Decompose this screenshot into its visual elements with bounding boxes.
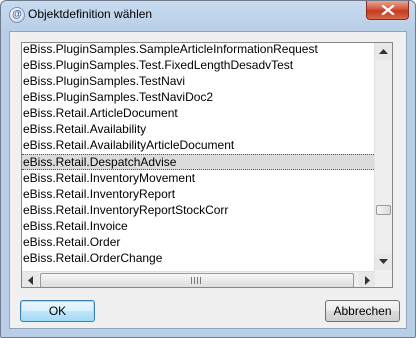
list-item[interactable]: eBiss.Retail.Order	[22, 234, 376, 250]
horizontal-scrollbar[interactable]	[22, 271, 376, 287]
list-item[interactable]: eBiss.Retail.OrderChange	[22, 250, 376, 266]
horizontal-scroll-thumb[interactable]	[40, 273, 354, 287]
list-item[interactable]: eBiss.Retail.InventoryMovement	[22, 170, 376, 186]
vertical-scroll-thumb[interactable]	[376, 205, 391, 215]
dialog-body: eBiss.PluginSamples.SampleArticleInforma…	[9, 31, 407, 329]
list-item[interactable]: eBiss.Retail.InventoryReportStockCorr	[22, 202, 376, 218]
scroll-right-button[interactable]	[359, 272, 376, 287]
scroll-left-button[interactable]	[22, 272, 39, 287]
arrow-right-icon	[365, 276, 370, 285]
list-item[interactable]: eBiss.Retail.Availability	[22, 121, 376, 137]
close-icon	[381, 5, 395, 15]
arrow-down-icon	[379, 259, 388, 264]
cancel-button[interactable]: Abbrechen	[325, 300, 400, 322]
list-item[interactable]: eBiss.PluginSamples.SampleArticleInforma…	[22, 43, 376, 57]
app-icon: @	[9, 7, 25, 23]
close-button[interactable]	[366, 1, 409, 20]
list-item[interactable]: eBiss.Retail.InventoryReport	[22, 186, 376, 202]
scroll-grip-icon	[191, 277, 201, 284]
scroll-up-button[interactable]	[375, 43, 392, 60]
scroll-down-button[interactable]	[375, 254, 392, 271]
list-item[interactable]: eBiss.Retail.Invoice	[22, 218, 376, 234]
title-bar[interactable]: @ Objektdefinition wählen	[1, 1, 415, 31]
arrow-up-icon	[379, 49, 388, 54]
arrow-left-icon	[28, 276, 33, 285]
object-listbox[interactable]: eBiss.PluginSamples.SampleArticleInforma…	[21, 42, 393, 288]
vertical-scrollbar[interactable]	[374, 43, 392, 271]
window-title: Objektdefinition wählen	[28, 7, 153, 21]
list-item-selected[interactable]: eBiss.Retail.DespatchAdvise	[22, 154, 376, 170]
list-item[interactable]: eBiss.Retail.ArticleDocument	[22, 105, 376, 121]
ok-button[interactable]: OK	[20, 300, 95, 322]
list-item[interactable]: eBiss.PluginSamples.TestNavi	[22, 73, 376, 89]
list-item[interactable]: eBiss.PluginSamples.Test.FixedLengthDesa…	[22, 57, 376, 73]
list-item[interactable]: eBiss.PluginSamples.TestNaviDoc2	[22, 89, 376, 105]
scrollbar-corner	[375, 270, 392, 287]
dialog-window: @ Objektdefinition wählen eBiss.PluginSa…	[0, 0, 416, 338]
list-item[interactable]: eBiss.Retail.AvailabilityArticleDocument	[22, 137, 376, 153]
object-list: eBiss.PluginSamples.SampleArticleInforma…	[22, 43, 376, 271]
